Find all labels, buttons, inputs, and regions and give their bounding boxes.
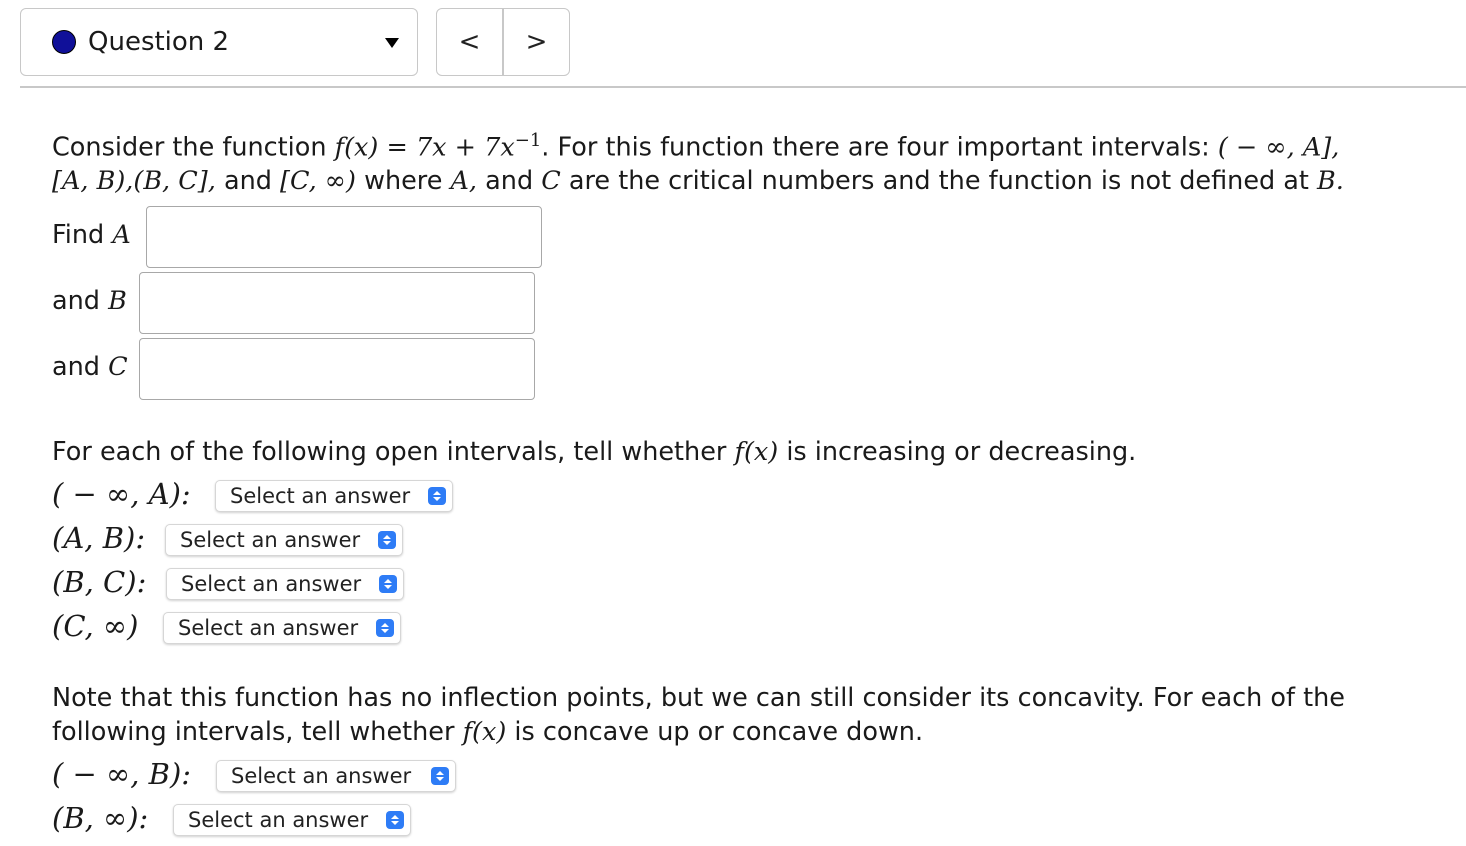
problem-intervals-text: . For this function there are four impor… (541, 132, 1218, 163)
interval-label-1: ( − ∞, A): (52, 477, 191, 511)
and-text-2: and (477, 166, 542, 196)
problem-line-2: [A, B),(B, C], and [C, ∞) where A, and C… (52, 164, 1344, 198)
interval-1: ( − ∞, A], (1217, 132, 1340, 163)
answer-a-input[interactable] (146, 206, 542, 268)
increasing-select-3[interactable]: Select an answer (166, 568, 404, 600)
up-down-chevron-icon (376, 619, 394, 637)
select-value: Select an answer (188, 808, 369, 832)
and-c-label: and C (52, 352, 128, 382)
interval-2: [A, B),(B, C], (52, 166, 216, 196)
var-a: A (112, 220, 131, 250)
var-b-ref: B. (1317, 166, 1344, 196)
header-divider (20, 86, 1466, 88)
up-down-chevron-icon (428, 487, 446, 505)
concavity-prompt-line-2: following intervals, tell whether f(x) i… (52, 717, 924, 747)
interval-3: [C, ∞) (280, 166, 356, 196)
concavity-interval-label-2: (B, ∞): (52, 801, 149, 835)
var-c: C (108, 352, 128, 382)
and-text: and (215, 166, 281, 196)
and-b-label: and B (52, 286, 127, 316)
fx-ref: f(x) (734, 437, 779, 467)
interval-label-4: (C, ∞) (52, 609, 139, 643)
function-exponent: −1 (514, 130, 542, 151)
increasing-select-1[interactable]: Select an answer (215, 480, 453, 512)
increasing-select-2[interactable]: Select an answer (165, 524, 403, 556)
answer-b-input[interactable] (139, 272, 535, 334)
problem-line-1: Consider the function f(x) = 7x + 7x−1. … (52, 124, 1339, 165)
concavity-select-2[interactable]: Select an answer (173, 804, 411, 836)
increasing-prompt: For each of the following open intervals… (52, 437, 1137, 467)
interval-label-2: (A, B): (52, 521, 146, 555)
function-lhs: f(x) (334, 132, 379, 163)
question-nav: < > (436, 8, 570, 76)
function-equals: = (378, 132, 416, 163)
interval-label-3: (B, C): (52, 565, 147, 599)
select-value: Select an answer (231, 764, 412, 788)
next-question-button[interactable]: > (504, 9, 569, 75)
concavity-prompt-line-1: Note that this function has no inflectio… (52, 683, 1345, 713)
select-value: Select an answer (180, 528, 361, 552)
critical-numbers-text: are the critical numbers and the functio… (560, 166, 1318, 196)
concavity-select-1[interactable]: Select an answer (216, 760, 456, 792)
question-label: Question 2 (88, 27, 230, 57)
var-b: B (108, 286, 127, 316)
up-down-chevron-icon (378, 531, 396, 549)
answer-c-input[interactable] (139, 338, 535, 400)
previous-question-button[interactable]: < (437, 9, 504, 75)
var-c-ref: C (541, 166, 561, 196)
question-status-dot-icon (52, 30, 76, 54)
up-down-chevron-icon (386, 811, 404, 829)
up-down-chevron-icon (379, 575, 397, 593)
problem-intro-text: Consider the function (52, 132, 335, 163)
question-selector[interactable]: Question 2 (20, 8, 418, 76)
select-value: Select an answer (181, 572, 362, 596)
select-value: Select an answer (178, 616, 359, 640)
fx-ref: f(x) (462, 717, 507, 747)
caret-down-icon (385, 38, 399, 48)
find-a-label: Find A (52, 220, 131, 250)
increasing-select-4[interactable]: Select an answer (163, 612, 401, 644)
select-value: Select an answer (230, 484, 411, 508)
where-text: where (355, 166, 451, 196)
concavity-interval-label-1: ( − ∞, B): (52, 757, 192, 791)
up-down-chevron-icon (431, 767, 449, 785)
var-a-ref: A, (450, 166, 478, 196)
function-rhs: 7x + 7x (415, 132, 515, 163)
